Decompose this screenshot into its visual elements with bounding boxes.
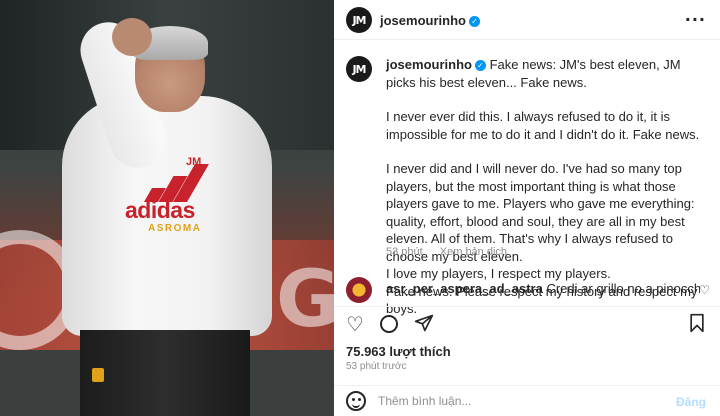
- caption-meta: 53 phút Xem bản dịch: [386, 246, 507, 258]
- commenter-avatar[interactable]: [346, 277, 372, 303]
- commenter-username[interactable]: asr_per_aspera_ad_astra: [386, 281, 543, 296]
- share-icon[interactable]: [414, 313, 434, 337]
- adidas-logo-stripes: [140, 162, 210, 202]
- post-comment-button[interactable]: Đăng: [676, 395, 706, 409]
- post-details-panel: JM josemourinho ✓ ··· JM josemourinho ✓ Fa…: [334, 0, 720, 416]
- caption-username[interactable]: josemourinho: [386, 57, 472, 72]
- emoji-icon[interactable]: [346, 391, 366, 411]
- hoodie-jm-mark: JM: [186, 156, 202, 168]
- bookmark-icon[interactable]: [688, 313, 706, 337]
- ellipsis-icon[interactable]: ···: [685, 10, 706, 29]
- add-comment-bar: Đăng: [334, 385, 720, 416]
- comment-item: asr_per_aspera_ad_astra Credi ar grillo …: [346, 275, 716, 303]
- likes-count[interactable]: 75.963 lượt thích: [346, 344, 451, 359]
- comment-body: Credi ar grillo no a pinocchio.... avant…: [546, 281, 700, 296]
- post-header: JM josemourinho ✓ ···: [334, 0, 720, 40]
- person-shorts: [80, 330, 250, 416]
- shorts-badge: [92, 368, 104, 382]
- photo-background-letter: G: [275, 255, 334, 345]
- author-username-text[interactable]: josemourinho: [380, 13, 466, 28]
- caption-section: JM josemourinho ✓ Fake news: JM's best el…: [334, 40, 720, 316]
- caption-avatar[interactable]: JM: [346, 56, 372, 82]
- caption-time: 53 phút: [386, 246, 423, 258]
- verified-badge-icon: ✓: [474, 60, 486, 72]
- author-username[interactable]: josemourinho ✓: [380, 13, 480, 28]
- action-bar: ♡: [334, 306, 720, 338]
- verified-badge-icon: ✓: [468, 16, 480, 28]
- see-translation-link[interactable]: Xem bản dịch: [440, 246, 507, 258]
- hoodie-brand-text: adidas: [125, 197, 195, 223]
- person-hand: [112, 18, 152, 56]
- heart-icon[interactable]: ♡: [346, 313, 364, 335]
- comment-text: asr_per_aspera_ad_astra Credi ar grillo …: [386, 281, 700, 296]
- hoodie-club-text: ASROMA: [148, 223, 202, 234]
- post-photo[interactable]: G JM adidas ASROMA: [0, 0, 334, 416]
- comment-heart-icon[interactable]: ♡: [699, 283, 710, 297]
- comment-input[interactable]: [378, 394, 658, 408]
- post-timestamp[interactable]: 53 phút trước: [346, 361, 407, 372]
- caption-paragraph-2: I never ever did this. I always refused …: [386, 109, 700, 142]
- comment-icon[interactable]: [380, 313, 398, 333]
- author-avatar[interactable]: JM: [346, 7, 372, 33]
